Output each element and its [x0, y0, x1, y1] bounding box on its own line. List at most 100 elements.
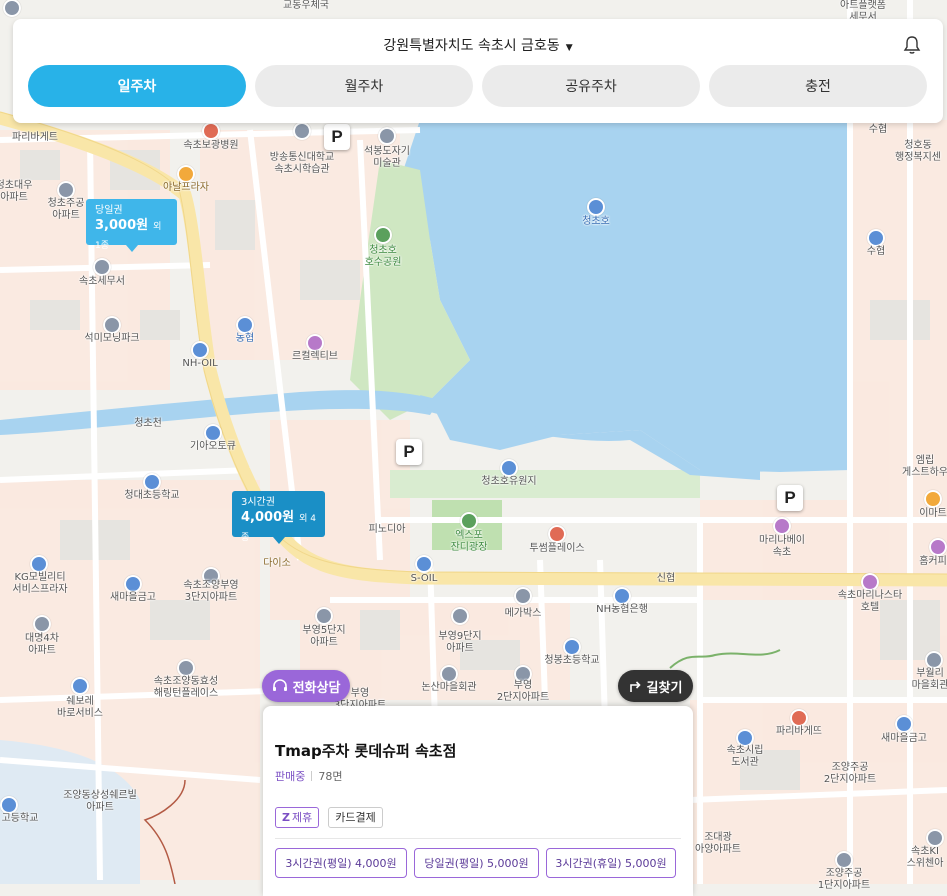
parking-pin-icon[interactable]: P — [777, 485, 803, 511]
ticket-list: 3시간권(평일) 4,000원 당일권(평일) 5,000원 3시간권(휴일) … — [275, 848, 676, 878]
map-label: 청초호유원지 — [481, 476, 537, 487]
tab-shared-parking[interactable]: 공유주차 — [482, 65, 700, 107]
map-label: 농협 — [235, 333, 255, 344]
apartment-icon — [33, 615, 51, 633]
museum-icon — [378, 127, 396, 145]
apartment-icon — [103, 316, 121, 334]
map-label: 마리나베이 속초 — [759, 535, 805, 558]
hotel-icon — [861, 573, 879, 591]
map-label: NH농협은행 — [596, 604, 648, 615]
gas-station-icon — [191, 341, 209, 359]
caret-down-icon: ▼ — [565, 43, 573, 53]
map-label: 부월리 마을회관 — [911, 668, 947, 691]
park-icon — [374, 226, 392, 244]
map-label: 야날프라자 — [163, 182, 209, 193]
apartment-icon — [451, 607, 469, 625]
map-label: 조양주공 2단지아파트 — [823, 762, 877, 785]
hospital-icon — [202, 122, 220, 140]
price-marker-price: 3,000원 — [95, 218, 149, 233]
school-icon — [0, 796, 18, 814]
bakery-icon — [790, 709, 808, 727]
ticket-button[interactable]: 3시간권(평일) 4,000원 — [275, 848, 407, 878]
map-label: 청호동 행정복지센 — [895, 140, 941, 163]
map-label: 조대광 아양아파트 — [695, 832, 741, 855]
ticket-button[interactable]: 3시간권(휴일) 5,000원 — [546, 848, 676, 878]
tab-monthly-parking[interactable]: 월주차 — [255, 65, 473, 107]
tab-daily-parking[interactable]: 일주차 — [28, 65, 246, 107]
map-label: 석미모닝파크 — [84, 333, 140, 344]
parking-lot-name: Tmap주차 롯데슈퍼 속초점 — [275, 742, 457, 760]
apartment-icon — [926, 829, 944, 847]
bank-icon — [867, 229, 885, 247]
top-panel: 강원특별자치도 속초시 금호동 ▼ 일주차 월주차 공유주차 충전 — [13, 19, 943, 123]
headset-icon — [272, 679, 287, 691]
bell-icon[interactable] — [903, 35, 921, 55]
government-icon — [93, 258, 111, 276]
phone-consult-button[interactable]: 전화상담 — [262, 670, 350, 702]
sale-status: 판매중 — [275, 770, 306, 783]
space-count: 78면 — [318, 770, 343, 783]
price-marker[interactable]: 당일권 3,000원 외 1종 — [86, 199, 177, 252]
apartment-icon — [57, 181, 75, 199]
shop-icon — [177, 165, 195, 183]
parking-pin-icon[interactable]: P — [396, 439, 422, 465]
tab-bar: 일주차 월주차 공유주차 충전 — [28, 65, 927, 107]
price-marker-price: 4,000원 — [241, 510, 295, 525]
map-label: 신협 — [656, 573, 676, 584]
divider — [275, 838, 681, 839]
map-label: 조양주공 1단지아파트 — [817, 868, 871, 891]
bank-icon — [895, 715, 913, 733]
partner-badge: Z 제휴 — [275, 807, 320, 828]
map-label: 홈커피 — [919, 556, 947, 567]
map-label: 파리바게뜨 — [776, 726, 822, 737]
shop-icon — [929, 538, 947, 556]
directions-button[interactable]: 길찾기 — [618, 670, 693, 702]
directions-label: 길찾기 — [646, 680, 683, 696]
map-label: 투썸플레이스 — [529, 543, 585, 554]
divider — [311, 771, 313, 781]
map-label: 부영5단지 아파트 — [302, 625, 346, 648]
map-label: 속초조양부영 3단지아파트 — [183, 580, 239, 603]
map-label: 속초KI 스위첸아 — [906, 846, 944, 869]
hotel-icon — [773, 517, 791, 535]
map-label: 엠립 게스트하우 — [902, 455, 947, 478]
cinema-icon — [514, 587, 532, 605]
map-label: 교동우체국 — [283, 0, 329, 11]
ticket-button[interactable]: 당일권(평일) 5,000원 — [414, 848, 539, 878]
phone-consult-label: 전화상담 — [292, 680, 341, 696]
mart-icon — [924, 490, 942, 508]
map-label: 파리바게트 — [12, 132, 58, 143]
map-label: 속초보광병원 — [183, 140, 239, 151]
map-label: 청대초등학교 — [124, 490, 180, 501]
region-selector[interactable]: 강원특별자치도 속초시 금호동 ▼ — [13, 35, 943, 55]
map-label: 피노디아 — [368, 524, 406, 535]
map-label: 르컬렉티브 — [292, 351, 338, 362]
bank-icon — [124, 575, 142, 593]
car-repair-icon — [204, 424, 222, 442]
school-icon — [293, 122, 311, 140]
map-label: 속초마리나스타 호텔 — [837, 590, 903, 613]
map-label: 석봉도자기 미술관 — [364, 146, 410, 169]
map-label: 청초호 호수공원 — [364, 245, 402, 268]
village-hall-icon — [925, 651, 943, 669]
map-label: 청봉초등학교 — [544, 655, 600, 666]
village-hall-icon — [440, 665, 458, 683]
parking-pin-icon[interactable]: P — [324, 124, 350, 150]
map-label: 새마을금고 — [881, 733, 927, 744]
map-label: 이마트 — [919, 508, 947, 519]
map-label: NH-OIL — [182, 358, 218, 369]
partner-icon: Z — [282, 811, 290, 824]
map-label: S-OIL — [410, 573, 438, 584]
map-label: 청초호 — [582, 216, 610, 227]
map-label: 속초조양동효성 해링턴플레이스 — [153, 676, 219, 699]
car-repair-icon — [30, 555, 48, 573]
price-marker-selected[interactable]: 3시간권 4,000원 외 4종 — [232, 491, 325, 544]
map-label: 청초천 — [134, 418, 162, 429]
card-payment-badge: 카드결제 — [328, 807, 383, 828]
tab-charging[interactable]: 충전 — [709, 65, 927, 107]
map-label: 기아오토큐 — [190, 441, 236, 452]
badge-list: Z 제휴 카드결제 — [275, 807, 383, 828]
apartment-icon — [835, 851, 853, 869]
map-label: 다이소 — [263, 558, 291, 569]
parking-lot-card[interactable]: Tmap주차 롯데슈퍼 속초점 판매중 78면 Z 제휴 카드결제 3시간권(평일)… — [263, 706, 693, 896]
